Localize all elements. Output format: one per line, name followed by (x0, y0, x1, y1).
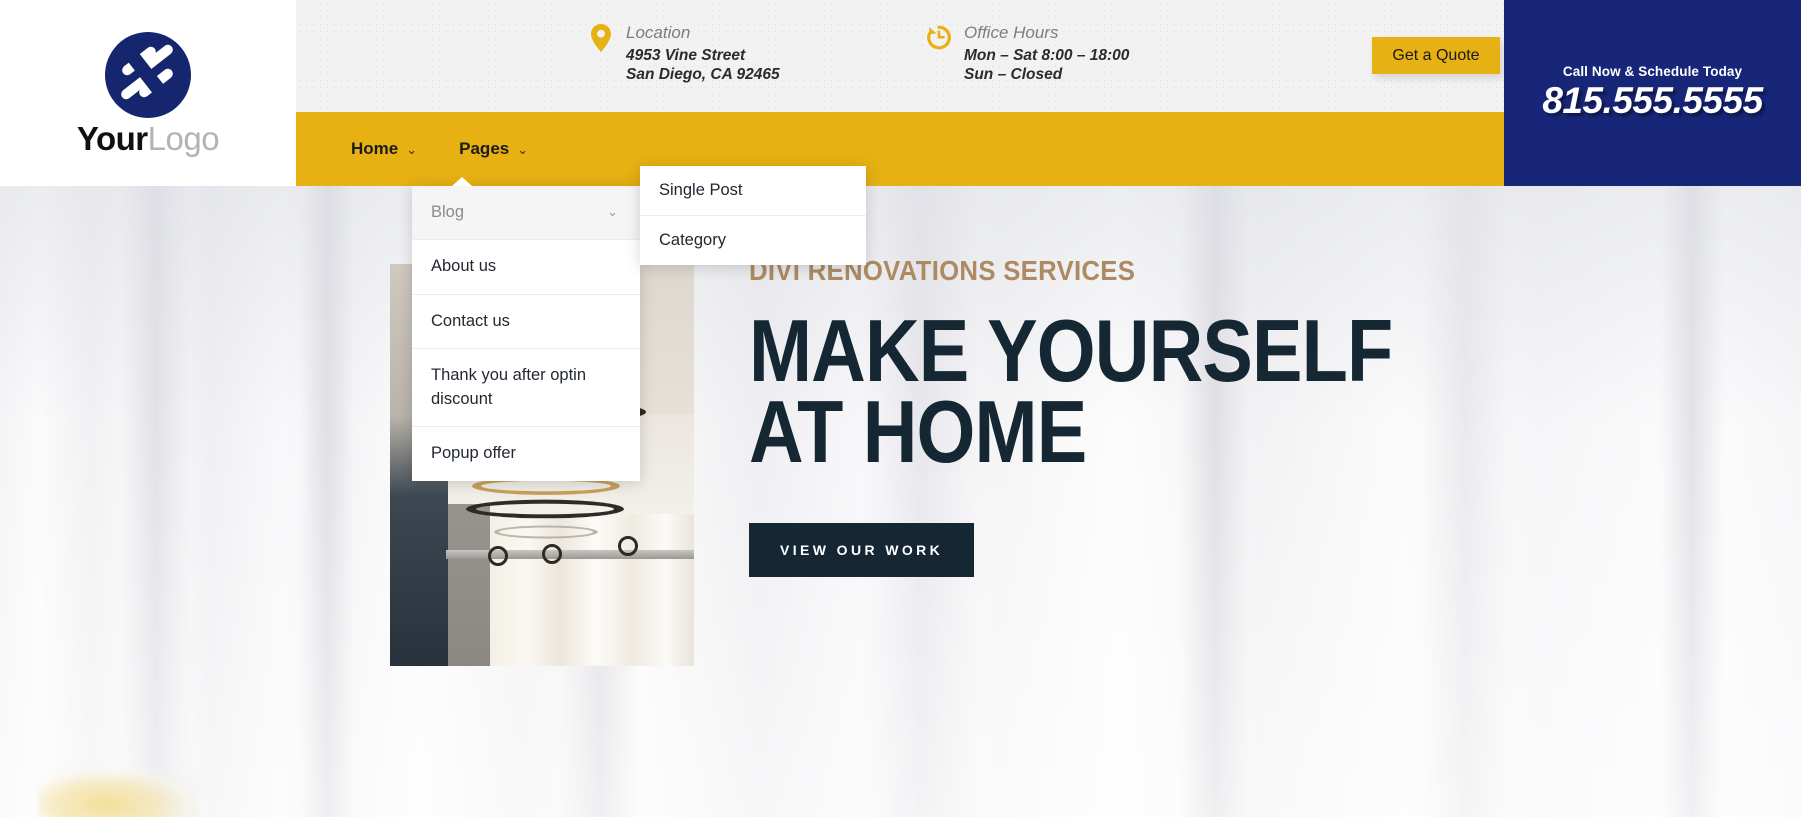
clock-history-icon (926, 22, 952, 56)
submenu-item-category[interactable]: Category (640, 216, 866, 265)
pages-dropdown-menu: Blog ⌄ About us Contact us Thank you aft… (412, 177, 640, 481)
dropdown-item-contact-us[interactable]: Contact us (412, 295, 640, 350)
dropdown-item-about-us[interactable]: About us (412, 240, 640, 295)
hours-label: Office Hours (964, 23, 1059, 42)
logo-monogram-icon (105, 31, 191, 118)
hours-line-2: Sun – Closed (964, 65, 1063, 83)
dropdown-item-thank-you-label: Thank you after optin discount (431, 366, 587, 408)
logo-wordmark: YourLogo (76, 119, 220, 157)
chevron-down-icon: ⌄ (517, 142, 529, 157)
blog-submenu: Single Post Category (640, 166, 866, 265)
location-line-1: 4953 Vine Street (626, 46, 746, 64)
page-root: Location 4953 Vine Street San Diego, CA … (0, 0, 1801, 817)
main-navigation-bar: Home ⌄ Pages ⌄ (296, 112, 1504, 186)
nav-item-home[interactable]: Home ⌄ (330, 112, 438, 186)
location-line-2: San Diego, CA 92465 (626, 65, 780, 83)
chevron-down-icon: ⌄ (607, 204, 618, 220)
get-a-quote-button[interactable]: Get a Quote (1372, 37, 1500, 74)
site-logo[interactable]: YourLogo (0, 0, 296, 186)
hero-headline: MAKE YOURSELF AT HOME (749, 301, 1393, 481)
logo-text-secondary: Logo (147, 119, 220, 157)
submenu-item-single-post[interactable]: Single Post (640, 166, 866, 216)
view-our-work-button[interactable]: VIEW OUR WORK (749, 522, 975, 577)
dropdown-item-thank-you[interactable]: Thank you after optin discount (412, 349, 640, 428)
phone-caption: Call Now & Schedule Today (1562, 64, 1743, 79)
dropdown-item-about-us-label: About us (431, 257, 497, 276)
nav-item-pages[interactable]: Pages ⌄ (438, 112, 549, 186)
dropdown-item-popup-offer[interactable]: Popup offer (412, 427, 640, 480)
header-info-strip: Location 4953 Vine Street San Diego, CA … (296, 0, 1504, 112)
hero-headline-line-1: MAKE YOURSELF (749, 301, 1393, 400)
map-pin-icon (588, 22, 614, 56)
nav-item-pages-label: Pages (459, 139, 510, 158)
logo-text-primary: Your (76, 119, 148, 157)
dropdown-item-contact-us-label: Contact us (431, 311, 510, 330)
nav-item-list: Home ⌄ Pages ⌄ (330, 112, 549, 186)
decorative-flower-blur (38, 766, 198, 817)
dropdown-item-blog[interactable]: Blog ⌄ (412, 186, 640, 241)
hero-headline-line-2: AT HOME (749, 381, 1087, 481)
hours-line-1: Mon – Sat 8:00 – 18:00 (964, 46, 1130, 64)
header-phone-block[interactable]: Call Now & Schedule Today 815.555.5555 (1504, 0, 1801, 186)
header-location-block: Location 4953 Vine Street San Diego, CA … (588, 22, 780, 85)
header-hours-block: Office Hours Mon – Sat 8:00 – 18:00 Sun … (926, 22, 1129, 85)
phone-number[interactable]: 815.555.5555 (1542, 80, 1763, 122)
dropdown-item-popup-offer-label: Popup offer (431, 444, 517, 463)
hero-content: DIVI RENOVATIONS SERVICES MAKE YOURSELF … (749, 255, 1497, 577)
dropdown-item-blog-label: Blog (431, 203, 465, 221)
nav-item-home-label: Home (351, 139, 399, 158)
location-label: Location (626, 23, 691, 42)
chevron-down-icon: ⌄ (406, 142, 418, 157)
